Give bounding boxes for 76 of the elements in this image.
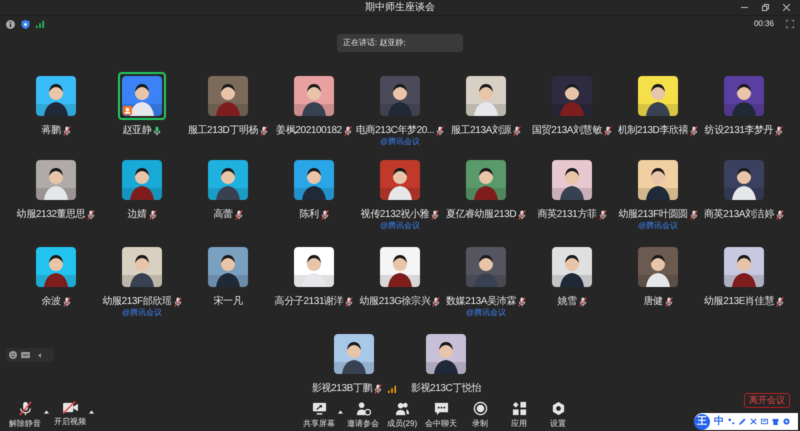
participant-tile[interactable] bbox=[118, 72, 166, 120]
chat-bubble-icon[interactable] bbox=[21, 352, 30, 358]
emoji-icon[interactable] bbox=[9, 351, 17, 359]
participant-name: 商英2131方菲 bbox=[537, 209, 597, 221]
participant-name: 幼服213F邰欣瑶 bbox=[102, 296, 172, 308]
ime-logo[interactable]: 王 bbox=[694, 414, 710, 430]
toolbar-button[interactable]: 开启视频 bbox=[51, 401, 89, 429]
join-source-label: @腾讯会议 bbox=[380, 137, 420, 147]
toolbar-button[interactable]: 设置 bbox=[539, 401, 577, 429]
signal-icon bbox=[36, 20, 44, 28]
participant-name: 高蕾 bbox=[213, 209, 233, 221]
caret-icon[interactable] bbox=[44, 410, 49, 414]
participant-name: 影视213B丁鹏 bbox=[312, 383, 372, 395]
toolbar-button[interactable]: 邀请参会 bbox=[344, 401, 382, 429]
participant-name: 蒋鹏 bbox=[41, 125, 61, 137]
participant-name: 赵亚静 bbox=[122, 125, 152, 137]
participant-name: 幼服2132董思思 bbox=[16, 209, 86, 221]
participant-name: 国贸213A刘慧敏 bbox=[532, 125, 602, 137]
info-icon[interactable] bbox=[6, 20, 15, 28]
camera-off-icon bbox=[62, 401, 78, 414]
participant-name: 陈利 bbox=[299, 209, 319, 221]
record-icon bbox=[472, 401, 488, 416]
collapse-arrow-icon[interactable] bbox=[38, 352, 41, 358]
toolbar-button[interactable]: 录制 bbox=[461, 401, 499, 429]
participant-name: 机制213D李欣禧 bbox=[618, 125, 688, 137]
participant-name: 唐健 bbox=[643, 296, 663, 308]
caret-icon[interactable] bbox=[89, 410, 94, 414]
participant-name: 边婧 bbox=[127, 209, 147, 221]
participant-name: 数媒213A吴沛霖 bbox=[446, 296, 516, 308]
add-person-icon bbox=[356, 401, 370, 416]
scissors-icon[interactable] bbox=[750, 418, 757, 425]
participant-name: 高分子2131谢洋 bbox=[274, 296, 344, 308]
participant-name: 夏亿睿幼服213D bbox=[446, 209, 516, 221]
pen-icon[interactable] bbox=[739, 418, 746, 425]
participant-name: 幼服213G徐宗兴 bbox=[360, 296, 430, 308]
participant-name: 姚雪 bbox=[557, 296, 577, 308]
toolbar-button[interactable]: 成员(29) bbox=[383, 401, 421, 429]
muted-mic-icon bbox=[18, 401, 32, 416]
participant-name: 视传2132祝小雅 bbox=[360, 209, 430, 221]
keyboard-icon[interactable] bbox=[761, 418, 768, 425]
participant-name: 纺设2131李梦丹 bbox=[704, 125, 774, 137]
participant-name: 商英213A刘洁婷 bbox=[704, 209, 774, 221]
caret-icon[interactable] bbox=[338, 410, 343, 414]
fullscreen-icon[interactable] bbox=[786, 20, 794, 28]
close-icon[interactable] bbox=[783, 4, 790, 11]
share-screen-icon bbox=[312, 401, 326, 416]
shirt-icon[interactable] bbox=[772, 418, 779, 425]
participant-name: 余波 bbox=[41, 296, 61, 308]
join-source-label: @腾讯会议 bbox=[122, 308, 162, 318]
participant-name: 电商213C年梦20... bbox=[356, 125, 434, 137]
speaking-banner: 正在讲话: 赵亚静; bbox=[337, 34, 463, 52]
restore-icon[interactable] bbox=[762, 4, 769, 11]
people-icon bbox=[394, 401, 410, 416]
toolbar-button[interactable]: 解除静音 bbox=[6, 401, 44, 429]
participant-name: 幼服213E肖佳慧 bbox=[704, 296, 774, 308]
chat-icon bbox=[434, 401, 448, 416]
punctuation-icon[interactable] bbox=[728, 418, 735, 425]
participant-name: 服工213D丁明杨 bbox=[188, 125, 258, 137]
meeting-timer: 00:36 bbox=[754, 18, 774, 30]
toolbar-button[interactable]: 会中聊天 bbox=[422, 401, 460, 429]
participant-name: 姜枫202100182 bbox=[276, 125, 342, 137]
leave-meeting-button[interactable]: 离开会议 bbox=[744, 393, 790, 408]
toolbar-button[interactable]: 应用 bbox=[500, 401, 538, 429]
shield-icon[interactable] bbox=[21, 20, 30, 28]
participant-name: 影视213C丁悦怡 bbox=[410, 383, 482, 395]
join-source-label: @腾讯会议 bbox=[380, 221, 420, 231]
join-source-label: @腾讯会议 bbox=[638, 221, 678, 231]
minimize-icon[interactable] bbox=[741, 4, 748, 11]
apps-icon bbox=[512, 401, 526, 416]
toolbar-button[interactable]: 共享屏幕 bbox=[300, 401, 338, 429]
window-title: 期中师生座谈会 bbox=[365, 0, 435, 14]
join-source-label: @腾讯会议 bbox=[466, 308, 506, 318]
participant-name: 服工213A刘源 bbox=[450, 125, 512, 137]
participant-name: 宋一凡 bbox=[214, 296, 242, 308]
participant-name: 幼服213F叶圆圆 bbox=[618, 209, 688, 221]
ime-mode-toggle[interactable]: 中 bbox=[714, 416, 724, 428]
